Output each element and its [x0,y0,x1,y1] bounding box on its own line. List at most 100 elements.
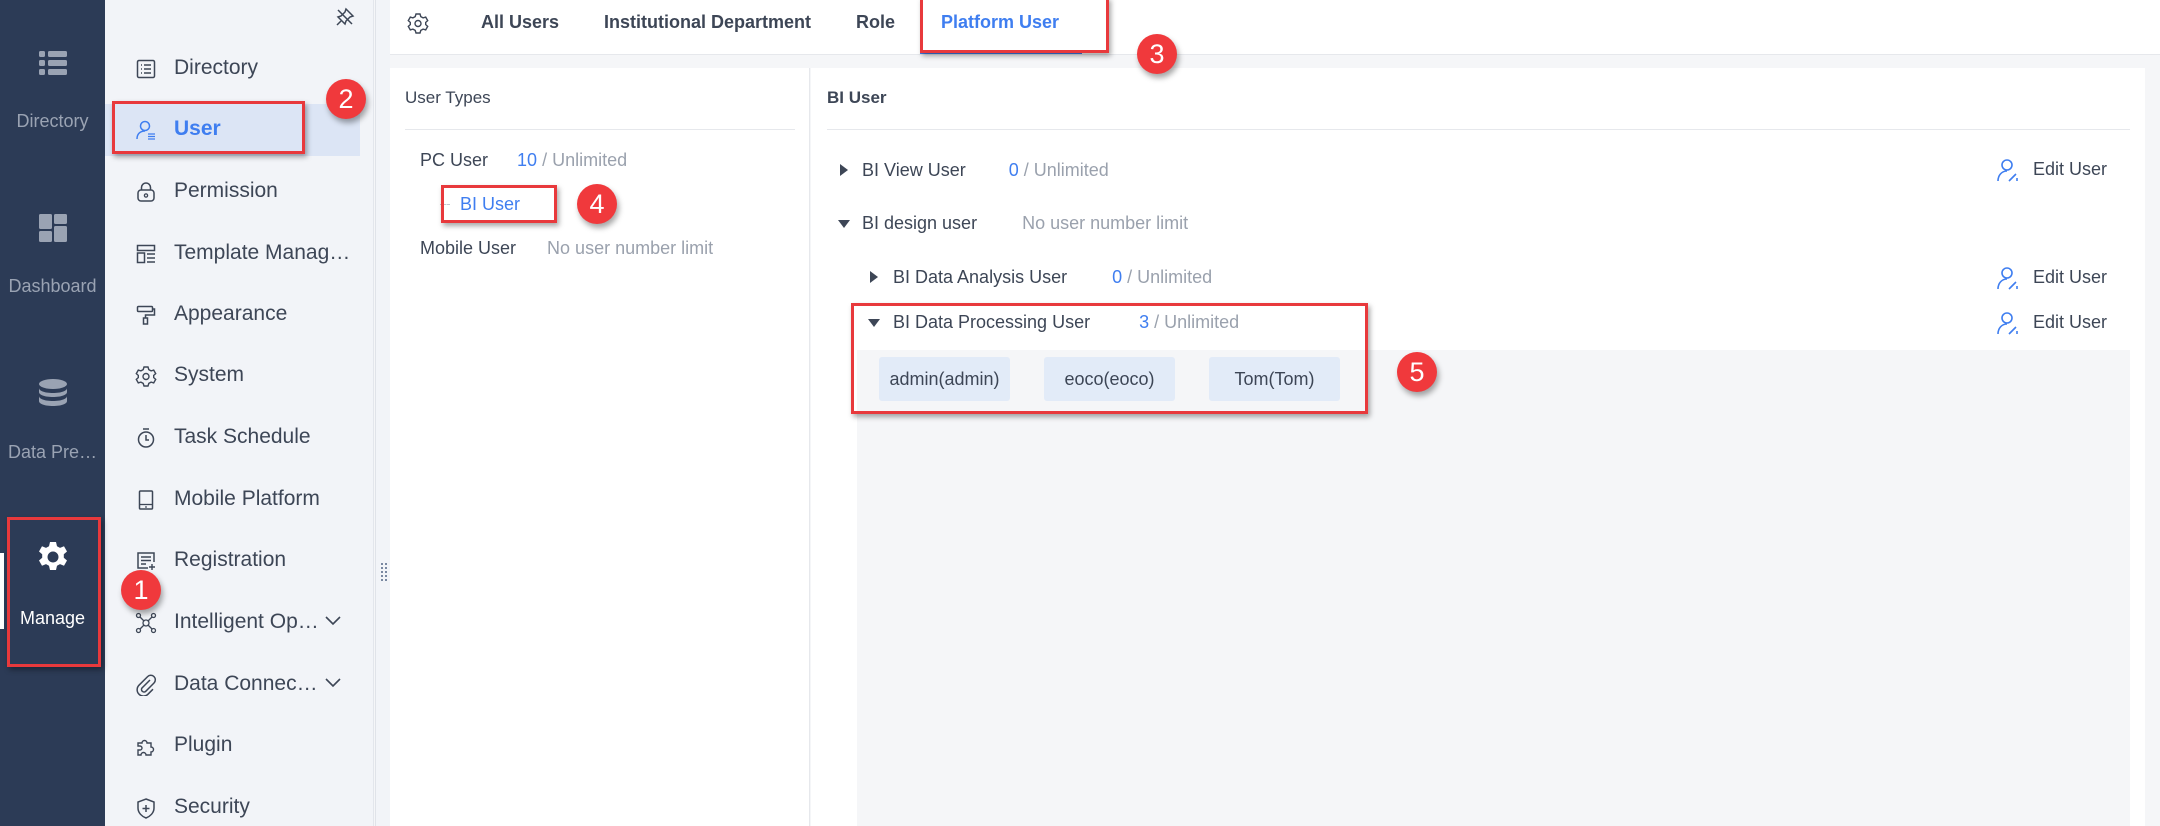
collapse-caret-icon[interactable] [868,319,880,327]
settings-icon[interactable] [407,12,429,34]
expand-caret-icon[interactable] [840,164,848,176]
user-chip[interactable]: eoco(eoco) [1044,357,1175,401]
tab-all-users[interactable]: All Users [481,12,559,33]
sidebar-item-system[interactable]: System [105,350,360,402]
edit-user-button[interactable]: Edit User [1995,310,2135,336]
mobile-icon [138,490,154,510]
sidebar-item-directory[interactable]: Directory [105,43,360,95]
bi-user-link[interactable]: BI User [460,194,520,215]
edit-user-button[interactable]: Edit User [1995,157,2135,183]
divider [827,129,2130,130]
bi-user-title: BI User [827,88,887,107]
bi-data-processing-user-row: BI Data Processing User 3 / Unlimited [893,312,1239,333]
rail-label: Data Pre… [7,442,98,462]
lock-icon [137,182,155,202]
edit-user-icon [1997,312,2018,335]
processing-users-area [857,350,2130,826]
sidebar-item-permission[interactable]: Permission [105,166,360,218]
user-chip[interactable]: admin(admin) [879,357,1010,401]
tab-platform-user[interactable]: Platform User [941,12,1059,33]
left-rail: Directory Dashboard Data Pre… Manage [0,0,105,826]
user-types-title: User Types [405,88,491,107]
tab-role[interactable]: Role [856,12,895,33]
paperclip-icon [136,674,157,696]
bi-view-user-count: 0 [1008,160,1019,180]
sidebar-item-label: Appearance [174,302,288,325]
sidebar-item-label: Intelligent Op… [174,610,319,633]
edit-user-icon [1997,159,2018,182]
sidebar-item-label: Mobile Platform [174,487,320,510]
sidebar-item-security[interactable]: Security [105,782,360,826]
bi-design-user-limit: No user number limit [1022,213,1189,233]
sidebar-item-label: Task Schedule [174,425,311,448]
sidebar-item-task-schedule[interactable]: Task Schedule [105,412,360,464]
rail-item-data-preparation[interactable]: Data Pre… [0,366,105,496]
user-icon [136,120,155,140]
active-tab-underline [920,51,1082,54]
sidebar-item-label: Template Manag… [174,241,351,264]
bi-data-analysis-user-label: BI Data Analysis User [893,267,1068,287]
directory-icon [136,59,156,79]
sidebar-item-label: Plugin [174,733,233,756]
mobile-user-limit: No user number limit [547,238,714,258]
timer-icon [137,428,155,448]
sidebar-item-label: Permission [174,179,278,202]
user-chip[interactable]: Tom(Tom) [1209,357,1340,401]
pc-user-row[interactable]: PC User 10 / Unlimited [420,150,627,171]
rail-item-directory[interactable]: Directory [0,36,105,166]
step-badge: 3 [1137,34,1177,74]
shield-icon [137,798,155,819]
rail-label: Manage [19,608,86,628]
tab-bar: All Users Institutional Department Role … [390,0,2160,55]
step-badge: 2 [326,79,366,119]
settings-icon [135,366,157,387]
collapse-caret-icon[interactable] [838,220,850,228]
gear-icon [39,542,67,570]
panel-splitter[interactable] [375,0,390,826]
bi-view-user-row: BI View User 0 / Unlimited [862,160,1109,181]
manage-sidebar: Directory User Permission Template Manag… [105,0,374,826]
divider [405,129,795,130]
edit-user-label: Edit User [2033,267,2108,287]
sidebar-item-plugin[interactable]: Plugin [105,720,360,772]
edit-user-label: Edit User [2033,159,2108,179]
sidebar-item-label: System [174,363,245,386]
edit-user-button[interactable]: Edit User [1995,265,2135,291]
sidebar-item-label: Security [174,795,250,818]
bi-data-analysis-user-limit: / Unlimited [1122,267,1213,287]
bi-design-user-label: BI design user [862,213,978,233]
unpin-icon[interactable] [334,6,356,28]
rail-item-manage[interactable]: Manage [0,530,105,660]
sidebar-item-template-management[interactable]: Template Manag… [105,228,360,280]
step-badge: 5 [1397,352,1437,392]
expand-caret-icon[interactable] [870,271,878,283]
bi-data-processing-user-limit: / Unlimited [1149,312,1240,332]
pc-user-limit: / Unlimited [537,150,628,170]
sidebar-item-appearance[interactable]: Appearance [105,289,360,341]
paint-roller-icon [136,305,156,325]
bi-data-processing-user-label: BI Data Processing User [893,312,1091,332]
sidebar-item-mobile-platform[interactable]: Mobile Platform [105,474,360,526]
sidebar-item-data-connection[interactable]: Data Connec… [105,659,360,711]
sidebar-item-label: User [174,117,221,140]
mobile-user-row[interactable]: Mobile User No user number limit [420,238,713,259]
network-icon [135,612,157,634]
sidebar-item-user[interactable]: User [105,104,360,156]
rail-item-dashboard[interactable]: Dashboard [0,200,105,330]
pc-user-label: PC User [420,150,489,170]
database-icon [39,379,67,406]
tab-institutional-department[interactable]: Institutional Department [604,12,811,33]
bi-view-user-limit: / Unlimited [1018,160,1109,180]
edit-user-icon [1997,267,2018,290]
sidebar-item-label: Registration [174,548,287,571]
pc-user-count: 10 [517,150,538,170]
bi-data-analysis-user-count: 0 [1112,267,1123,287]
template-icon [136,244,156,264]
chevron-down-icon [325,616,341,626]
chevron-down-icon [325,678,341,688]
drag-handle-icon[interactable] [380,562,388,582]
rail-label: Dashboard [8,276,97,296]
active-indicator [0,553,4,629]
puzzle-icon [137,739,155,756]
sidebar-item-label: Directory [174,56,259,79]
